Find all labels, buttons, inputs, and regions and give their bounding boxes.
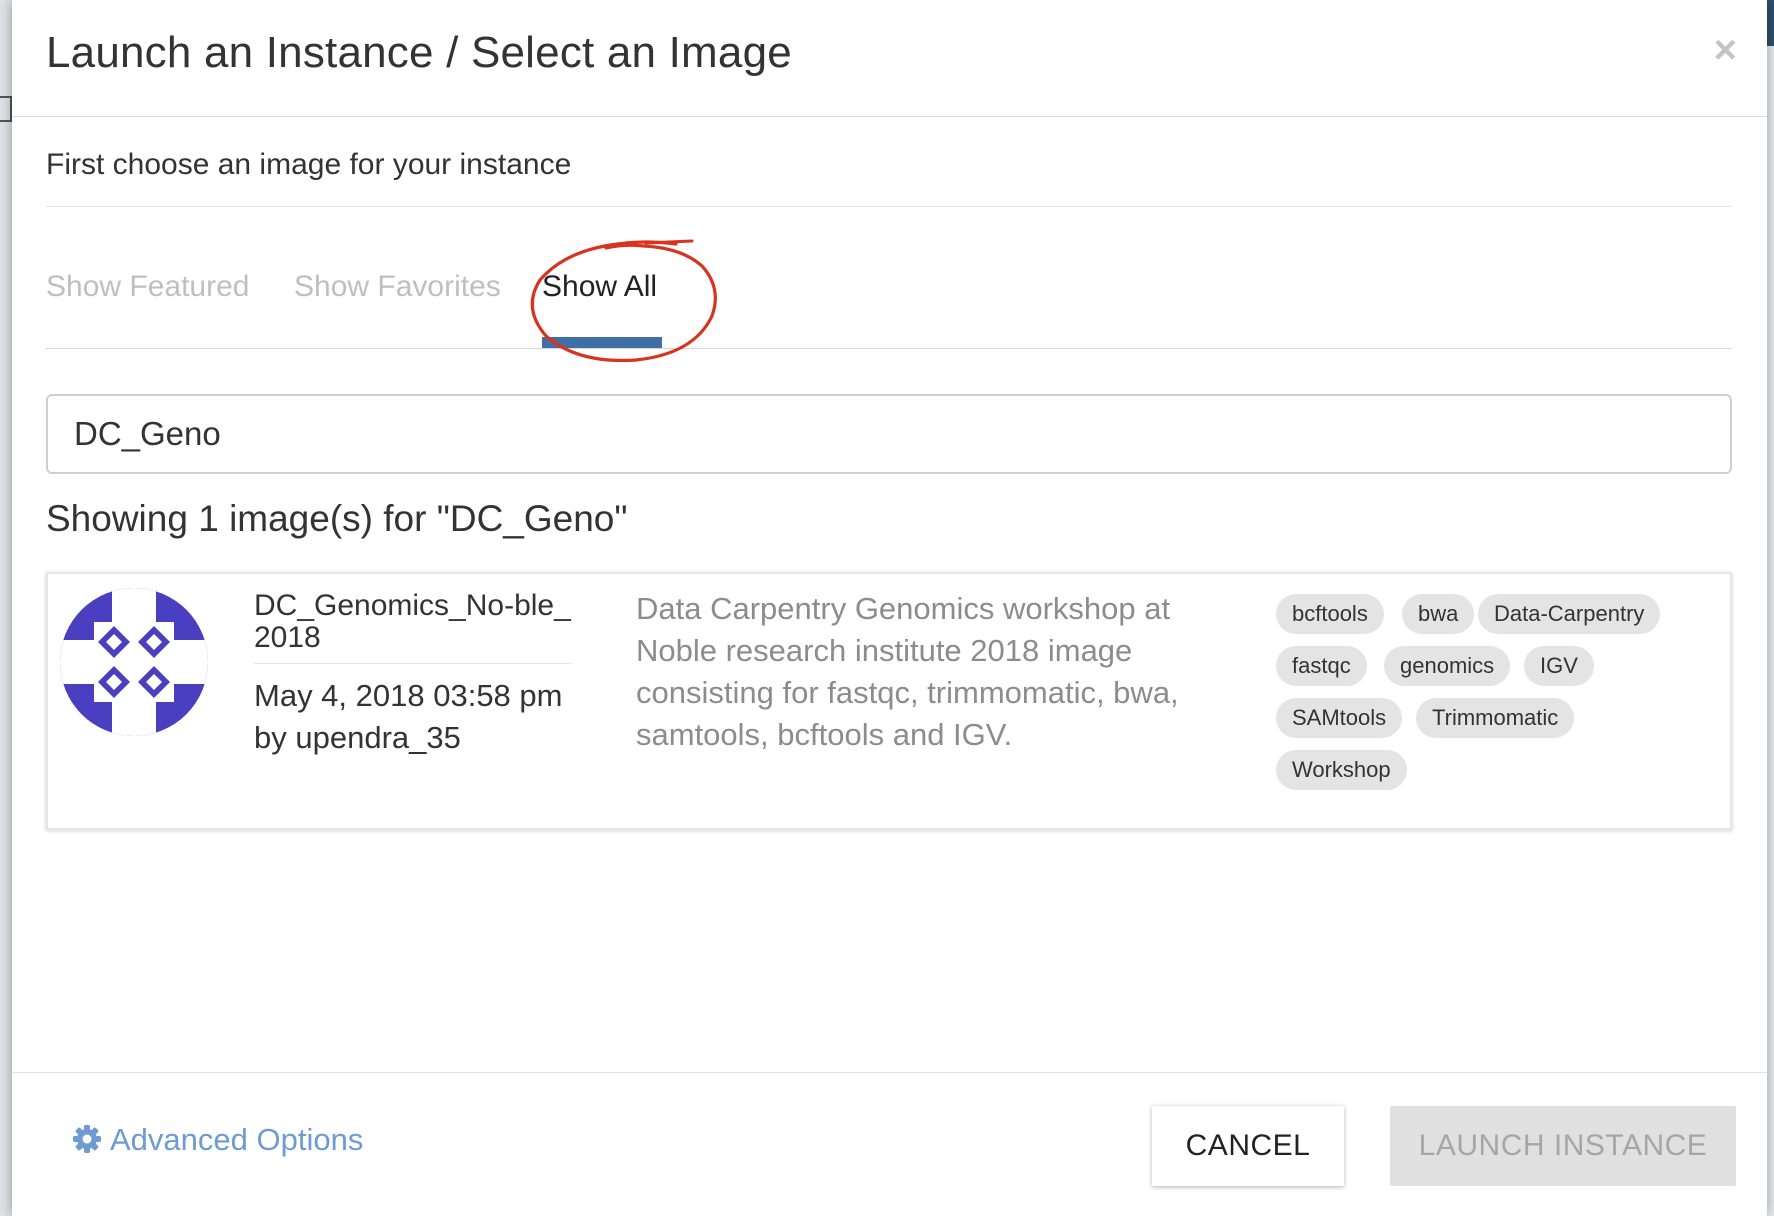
background-grid-icon: [0, 96, 12, 122]
image-description: Data Carpentry Genomics workshop at Nobl…: [636, 591, 1179, 752]
tag-workshop[interactable]: Workshop: [1276, 750, 1407, 790]
results-heading: Showing 1 image(s) for "DC_Geno": [46, 498, 628, 539]
image-search-input[interactable]: [46, 394, 1732, 474]
tag-bwa[interactable]: bwa: [1402, 594, 1475, 634]
tag-bcftools[interactable]: bcftools: [1276, 594, 1384, 634]
image-result-card[interactable]: DC_Genomics_No-ble_2018 May 4, 2018 03:5…: [46, 572, 1732, 830]
footer-divider: [12, 1072, 1767, 1073]
advanced-options-link[interactable]: Advanced Options: [72, 1122, 363, 1158]
image-created-date: May 4, 2018 03:58 pm: [254, 678, 563, 713]
tag-igv[interactable]: IGV: [1524, 646, 1594, 686]
gear-icon: [73, 1125, 101, 1153]
tab-show-all[interactable]: Show All: [542, 270, 657, 304]
close-icon[interactable]: ×: [1714, 30, 1737, 70]
author-prefix: by: [254, 720, 287, 755]
dialog-subtitle: First choose an image for your instance: [46, 148, 572, 181]
author-username: upendra_35: [295, 720, 461, 755]
advanced-options-label: Advanced Options: [110, 1122, 364, 1157]
image-author: by upendra_35: [254, 720, 461, 756]
image-avatar-icon: [60, 588, 208, 736]
cancel-button[interactable]: CANCEL: [1152, 1106, 1344, 1186]
divider: [254, 663, 572, 664]
tag-genomics[interactable]: genomics: [1384, 646, 1511, 686]
image-name: DC_Genomics_No-ble_2018: [254, 589, 571, 654]
tab-show-featured[interactable]: Show Featured: [46, 270, 249, 304]
divider: [46, 206, 1732, 207]
dialog-header: Launch an Instance / Select an Image ×: [12, 0, 1767, 117]
active-tab-indicator: [542, 337, 662, 348]
tag-trimmomatic[interactable]: Trimmomatic: [1416, 698, 1575, 738]
dialog-title: Launch an Instance / Select an Image: [46, 28, 792, 77]
tab-show-favorites[interactable]: Show Favorites: [294, 270, 501, 304]
tabs-divider: [46, 348, 1732, 349]
tag-data-carpentry[interactable]: Data-Carpentry: [1478, 594, 1661, 634]
tag-samtools[interactable]: SAMtools: [1276, 698, 1403, 738]
launch-instance-button[interactable]: LAUNCH INSTANCE: [1390, 1106, 1736, 1186]
image-filter-tabs: Show Featured Show Favorites Show All: [46, 270, 1732, 350]
tag-fastqc[interactable]: fastqc: [1276, 646, 1367, 686]
launch-instance-dialog: Launch an Instance / Select an Image × F…: [12, 0, 1767, 1216]
